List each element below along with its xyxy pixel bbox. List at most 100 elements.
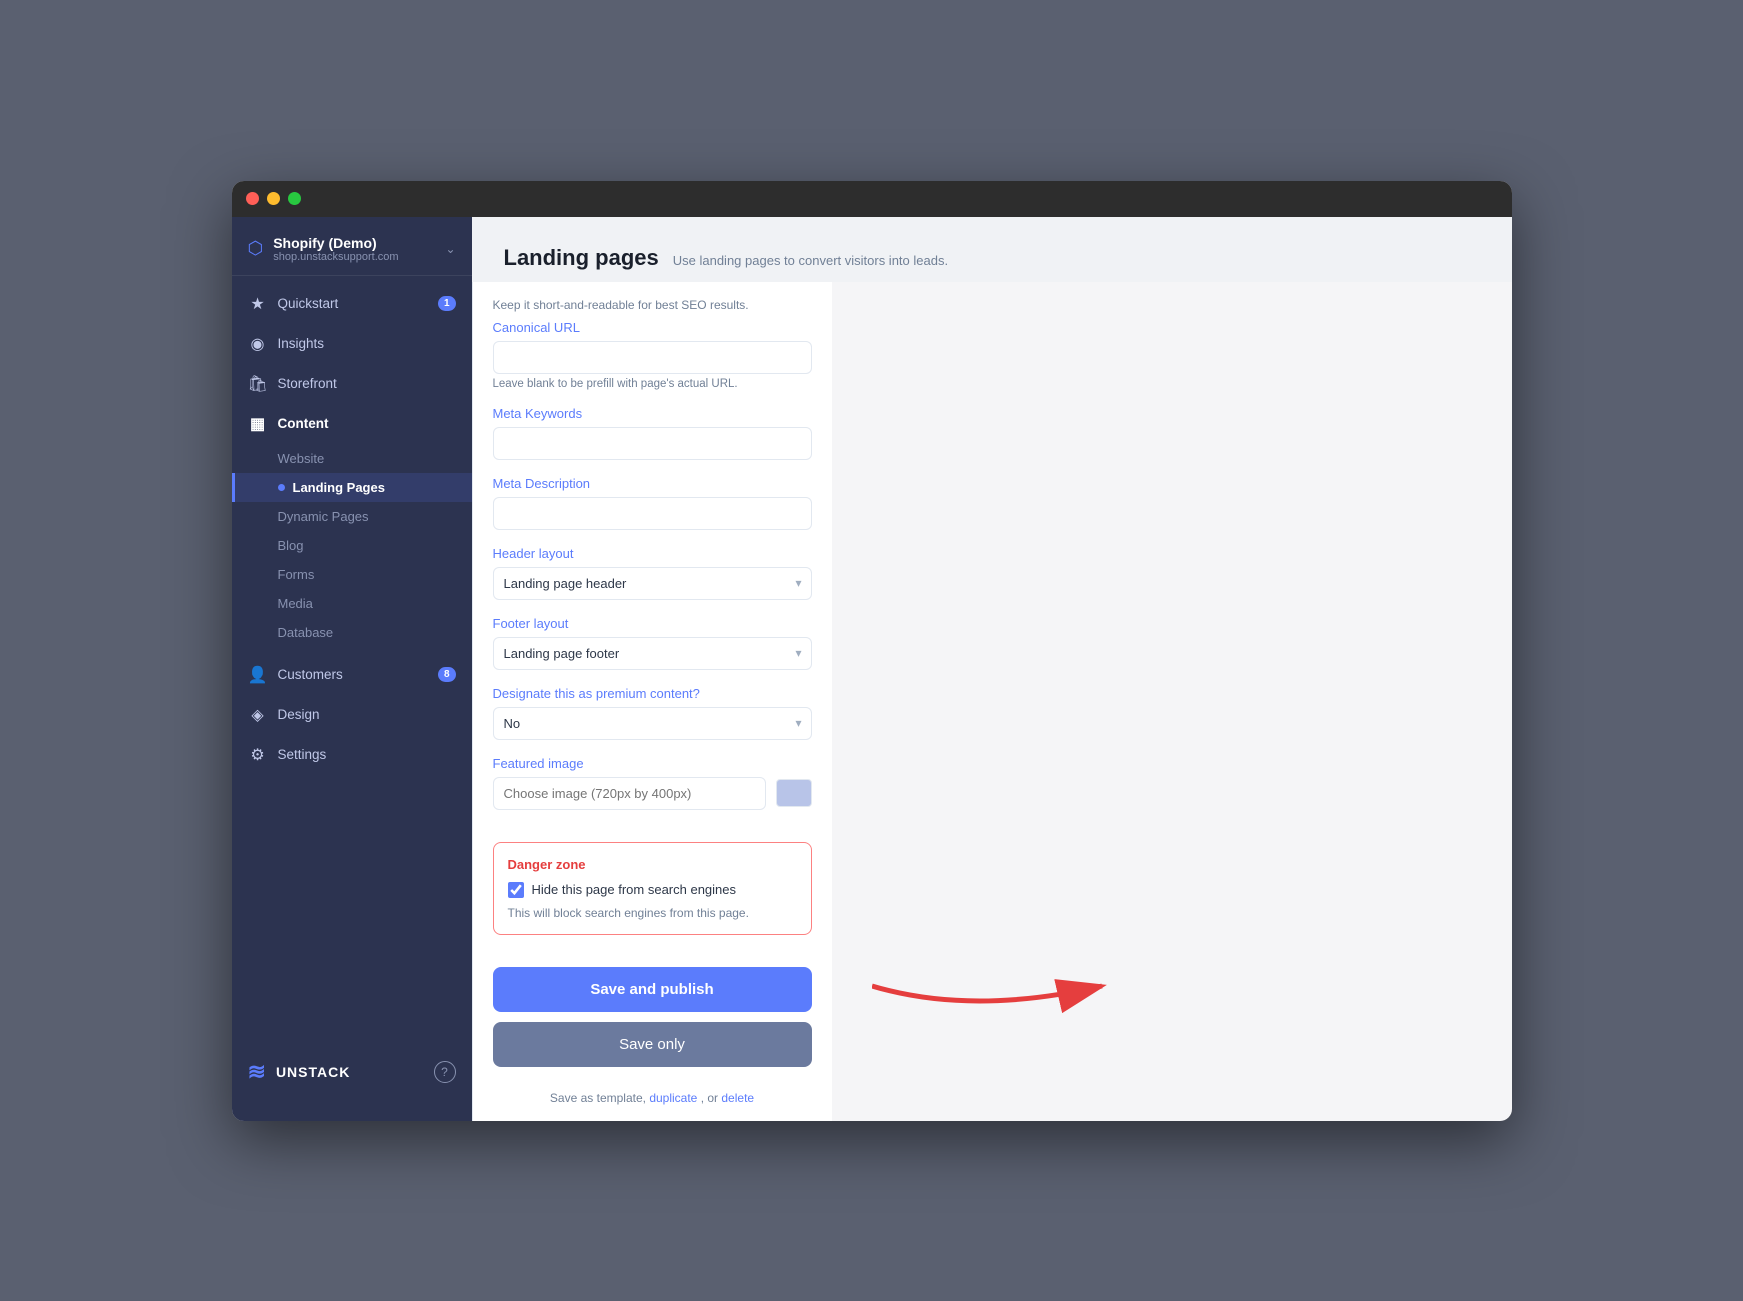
media-label: Media xyxy=(278,596,313,611)
meta-keywords-input[interactable] xyxy=(493,427,812,460)
brand-info: Shopify (Demo) shop.unstacksupport.com xyxy=(273,235,398,263)
seo-hint: Keep it short-and-readable for best SEO … xyxy=(473,282,832,320)
app-window: ⬡ Shopify (Demo) shop.unstacksupport.com… xyxy=(232,181,1512,1121)
sidebar-sub-item-media[interactable]: Media xyxy=(232,589,472,618)
sidebar-item-insights[interactable]: ◉ Insights xyxy=(232,324,472,364)
main-inner: Landing pages Use landing pages to conve… xyxy=(472,217,1512,282)
save-only-button[interactable]: Save only xyxy=(493,1022,812,1067)
canonical-url-hint: Leave blank to be prefill with page's ac… xyxy=(493,378,812,390)
header-layout-select[interactable]: Landing page header Default header None xyxy=(493,567,812,600)
sidebar: ⬡ Shopify (Demo) shop.unstacksupport.com… xyxy=(232,217,472,1121)
hide-from-search-label: Hide this page from search engines xyxy=(532,882,737,897)
canonical-url-label: Canonical URL xyxy=(493,320,812,335)
featured-image-thumbnail[interactable] xyxy=(776,779,812,807)
canonical-url-input[interactable] xyxy=(493,341,812,374)
quickstart-badge: 1 xyxy=(438,296,456,311)
storefront-icon: 🛍 xyxy=(248,374,268,394)
design-icon: ◈ xyxy=(248,705,268,725)
or-text: , or xyxy=(701,1091,722,1105)
danger-zone-hint: This will block search engines from this… xyxy=(508,906,797,920)
active-dot xyxy=(278,484,285,491)
page-header: Landing pages Use landing pages to conve… xyxy=(504,245,1480,271)
insights-label: Insights xyxy=(278,336,325,351)
hide-from-search-row: Hide this page from search engines xyxy=(508,882,797,898)
insights-icon: ◉ xyxy=(248,334,268,354)
content-sub-menu: Website Landing Pages Dynamic Pages Blog… xyxy=(232,444,472,647)
sidebar-item-settings[interactable]: ⚙ Settings xyxy=(232,735,472,775)
maximize-button[interactable] xyxy=(288,192,301,205)
sidebar-item-customers[interactable]: 👤 Customers 8 xyxy=(232,655,472,695)
duplicate-link[interactable]: duplicate xyxy=(649,1091,697,1105)
dynamic-pages-label: Dynamic Pages xyxy=(278,509,369,524)
blog-label: Blog xyxy=(278,538,304,553)
sidebar-item-storefront[interactable]: 🛍 Storefront xyxy=(232,364,472,404)
danger-zone-section: Danger zone Hide this page from search e… xyxy=(493,842,812,935)
sidebar-item-quickstart[interactable]: ★ Quickstart 1 xyxy=(232,284,472,324)
brand-url: shop.unstacksupport.com xyxy=(273,251,398,263)
save-publish-button[interactable]: Save and publish xyxy=(493,967,812,1012)
app-body: ⬡ Shopify (Demo) shop.unstacksupport.com… xyxy=(232,217,1512,1121)
help-icon: ? xyxy=(441,1065,448,1079)
featured-image-row xyxy=(493,777,812,810)
premium-content-wrapper: No Yes ▾ xyxy=(493,707,812,740)
red-arrow-annotation xyxy=(872,946,1132,1031)
design-label: Design xyxy=(278,707,320,722)
canonical-url-field: Canonical URL Leave blank to be prefill … xyxy=(493,320,812,390)
panel-body: Canonical URL Leave blank to be prefill … xyxy=(473,320,832,826)
forms-label: Forms xyxy=(278,567,315,582)
settings-label: Settings xyxy=(278,747,327,762)
page-subtitle: Use landing pages to convert visitors in… xyxy=(673,253,948,268)
footer-layout-field: Footer layout Landing page footer Defaul… xyxy=(493,616,812,670)
content-label: Content xyxy=(278,416,329,431)
delete-link[interactable]: delete xyxy=(721,1091,754,1105)
sidebar-sub-item-forms[interactable]: Forms xyxy=(232,560,472,589)
premium-content-select[interactable]: No Yes xyxy=(493,707,812,740)
landing-pages-label: Landing Pages xyxy=(293,480,385,495)
sidebar-sub-item-dynamic-pages[interactable]: Dynamic Pages xyxy=(232,502,472,531)
sidebar-brand[interactable]: ⬡ Shopify (Demo) shop.unstacksupport.com… xyxy=(232,217,472,276)
header-layout-label: Header layout xyxy=(493,546,812,561)
panel-footer-links: Save as template, duplicate , or delete xyxy=(473,1083,832,1121)
sidebar-footer: ≋ UNSTACK ? xyxy=(232,1043,472,1101)
storefront-label: Storefront xyxy=(278,376,337,391)
database-label: Database xyxy=(278,625,334,640)
help-button[interactable]: ? xyxy=(434,1061,456,1083)
customers-badge: 8 xyxy=(438,667,456,682)
header-layout-wrapper: Landing page header Default header None … xyxy=(493,567,812,600)
brand-icon: ⬡ xyxy=(248,238,264,259)
quickstart-label: Quickstart xyxy=(278,296,339,311)
sidebar-sub-item-landing-pages[interactable]: Landing Pages xyxy=(232,473,472,502)
premium-content-label: Designate this as premium content? xyxy=(493,686,812,701)
meta-description-input[interactable]: PDP | Sweatshirt xyxy=(493,497,812,530)
titlebar xyxy=(232,181,1512,217)
meta-description-field: Meta Description PDP | Sweatshirt xyxy=(493,476,812,530)
brand-chevron-icon: ⌄ xyxy=(445,242,455,256)
footer-layout-label: Footer layout xyxy=(493,616,812,631)
header-layout-field: Header layout Landing page header Defaul… xyxy=(493,546,812,600)
footer-layout-select[interactable]: Landing page footer Default footer None xyxy=(493,637,812,670)
customers-icon: 👤 xyxy=(248,665,268,685)
main-content: Landing pages Use landing pages to conve… xyxy=(472,217,1512,282)
save-as-template-text: Save as template, xyxy=(550,1091,649,1105)
customers-label: Customers xyxy=(278,667,343,682)
featured-image-field: Featured image xyxy=(493,756,812,810)
minimize-button[interactable] xyxy=(267,192,280,205)
close-button[interactable] xyxy=(246,192,259,205)
sidebar-item-content[interactable]: ▦ Content xyxy=(232,404,472,444)
unstack-logo-icon: ≋ xyxy=(248,1059,266,1085)
website-label: Website xyxy=(278,451,325,466)
danger-zone-title: Danger zone xyxy=(508,857,797,872)
featured-image-input[interactable] xyxy=(493,777,766,810)
unstack-label: UNSTACK xyxy=(276,1064,350,1080)
sidebar-sub-item-database[interactable]: Database xyxy=(232,618,472,647)
panel-actions: Save and publish Save only xyxy=(473,951,832,1083)
meta-keywords-field: Meta Keywords xyxy=(493,406,812,460)
featured-image-label: Featured image xyxy=(493,756,812,771)
sidebar-item-design[interactable]: ◈ Design xyxy=(232,695,472,735)
settings-icon: ⚙ xyxy=(248,745,268,765)
meta-keywords-label: Meta Keywords xyxy=(493,406,812,421)
hide-from-search-checkbox[interactable] xyxy=(508,882,524,898)
sidebar-sub-item-website[interactable]: Website xyxy=(232,444,472,473)
sidebar-sub-item-blog[interactable]: Blog xyxy=(232,531,472,560)
page-title: Landing pages xyxy=(504,245,659,271)
